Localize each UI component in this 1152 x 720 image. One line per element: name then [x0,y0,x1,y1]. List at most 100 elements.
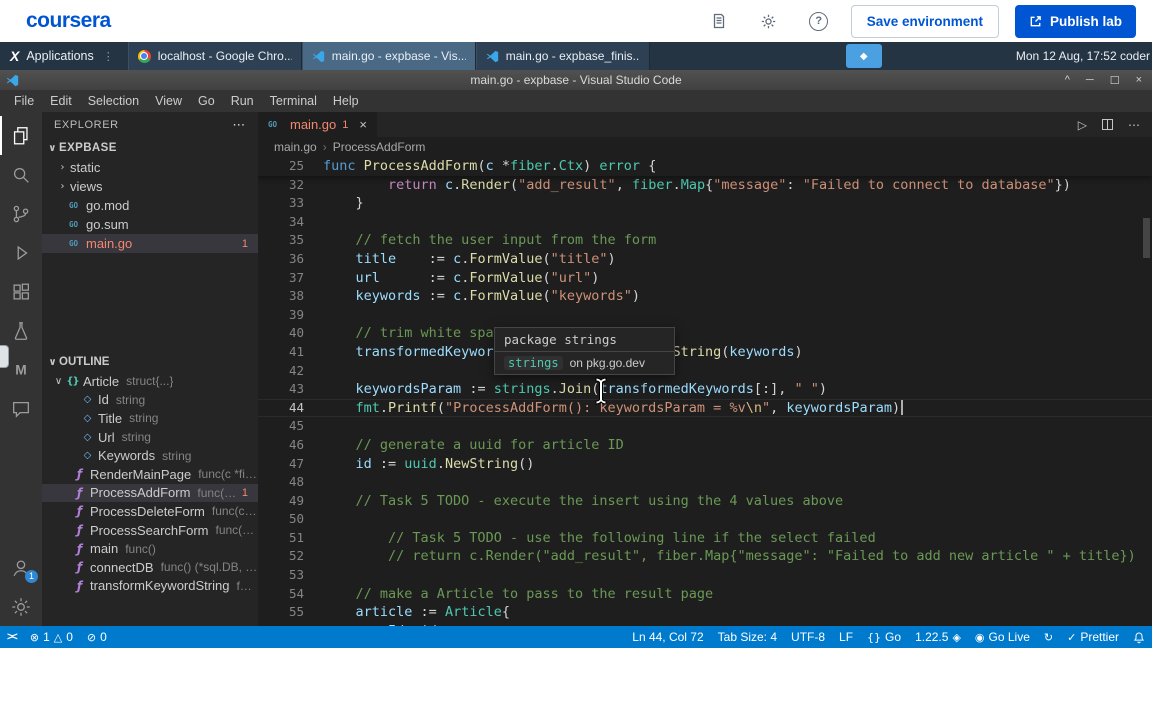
cursor-position[interactable]: Ln 44, Col 72 [625,626,710,648]
line-number[interactable]: 52 [258,547,323,566]
extensions-icon[interactable] [0,272,42,311]
remote-indicator[interactable]: >< [0,626,23,648]
split-editor-icon[interactable] [1102,119,1113,130]
taskbar-window[interactable]: main.go - expbase_finis... [475,42,650,70]
lab-notes-icon[interactable] [709,11,729,31]
line-number[interactable]: 32 [258,176,323,195]
code-line-25[interactable]: 25 func ProcessAddForm(c *fiber.Ctx) erro… [258,157,1152,176]
code-line-44[interactable]: 44 fmt.Printf("ProcessAddForm(): keyword… [258,399,1152,418]
breadcrumb-symbol[interactable]: ProcessAddForm [333,140,426,154]
code-line-34[interactable]: 34 [258,213,1152,232]
menu-go[interactable]: Go [190,94,223,108]
explorer-icon[interactable] [0,116,42,155]
language-mode[interactable]: {} Go [860,626,908,648]
line-number[interactable]: 50 [258,510,323,529]
sync-icon[interactable]: ↻ [1037,626,1060,648]
code-line-51[interactable]: 51 // Task 5 TODO - use the following li… [258,529,1152,548]
panel-pull-tab[interactable] [0,345,9,368]
outline-item-connectDB[interactable]: ƒ connectDB func() (*sql.DB, error) [42,558,258,577]
line-number[interactable]: 43 [258,380,323,399]
hover-doc-link[interactable]: on pkg.go.dev [570,356,645,370]
outline-item-Id[interactable]: ◇ Id string [42,391,258,410]
code-line-50[interactable]: 50 [258,510,1152,529]
line-number[interactable]: 51 [258,529,323,548]
line-number[interactable]: 47 [258,455,323,474]
menu-edit[interactable]: Edit [42,94,80,108]
outline-item-ProcessDeleteForm[interactable]: ƒ ProcessDeleteForm func(c *fib... [42,502,258,521]
menu-selection[interactable]: Selection [80,94,147,108]
code-line-39[interactable]: 39 [258,306,1152,325]
code-line-36[interactable]: 36 title := c.FormValue("title") [258,250,1152,269]
code-line-43[interactable]: 43 keywordsParam := strings.Join(transfo… [258,380,1152,399]
breadcrumb-file[interactable]: main.go [274,140,317,154]
line-number[interactable]: 25 [258,157,323,176]
run-debug-icon[interactable] [0,233,42,272]
taskbar-window[interactable]: main.go - expbase - Vis... [301,42,476,70]
line-number[interactable]: 40 [258,324,323,343]
code-line-56[interactable]: 56 Id: id, [258,622,1152,626]
menu-help[interactable]: Help [325,94,367,108]
code-line-46[interactable]: 46 // generate a uuid for article ID [258,436,1152,455]
source-control-icon[interactable] [0,194,42,233]
indentation[interactable]: Tab Size: 4 [711,626,784,648]
problems-indicator[interactable]: ⊗ 1 △ 0 [23,626,80,648]
explorer-item-views[interactable]: › views [42,177,258,196]
code-line-41[interactable]: 41 transformedKeywords := transformKeywo… [258,343,1152,362]
more-actions-icon[interactable]: ⋯ [1128,118,1140,132]
help-icon[interactable]: ? [809,11,829,31]
code-line-55[interactable]: 55 article := Article{ [258,603,1152,622]
line-number[interactable]: 46 [258,436,323,455]
code-line-49[interactable]: 49 // Task 5 TODO - execute the insert u… [258,492,1152,511]
line-number[interactable]: 36 [258,250,323,269]
line-number[interactable]: 49 [258,492,323,511]
prettier-indicator[interactable]: ✓ Prettier [1060,626,1126,648]
line-number[interactable]: 48 [258,473,323,492]
menu-terminal[interactable]: Terminal [262,94,325,108]
line-number[interactable]: 42 [258,362,323,381]
go-version[interactable]: 1.22.5 ◈ [908,626,968,648]
line-number[interactable]: 37 [258,269,323,288]
code-line-45[interactable]: 45 [258,417,1152,436]
line-number[interactable]: 53 [258,566,323,585]
line-number[interactable]: 54 [258,585,323,604]
go-live-button[interactable]: ◉ Go Live [968,626,1037,648]
line-number[interactable]: 45 [258,417,323,436]
line-number[interactable]: 55 [258,603,323,622]
account-icon[interactable]: 1 [0,548,42,587]
applications-menu[interactable]: X Applications ⋮ [0,42,124,70]
code-line-53[interactable]: 53 [258,566,1152,585]
outline-item-RenderMainPage[interactable]: ƒ RenderMainPage func(c *fiber.... [42,465,258,484]
taskbar-window[interactable]: localhost - Google Chro... [127,42,302,70]
code-line-52[interactable]: 52 // return c.Render("add_result", fibe… [258,547,1152,566]
explorer-actions-icon[interactable]: ⋯ [232,117,246,133]
code-line-42[interactable]: 42 [258,362,1152,381]
outline-item-ProcessSearchForm[interactable]: ƒ ProcessSearchForm func(c *fi... [42,521,258,540]
line-number[interactable]: 41 [258,343,323,362]
shade-button[interactable]: ^ [1065,74,1070,87]
maximize-button[interactable]: ☐ [1110,74,1120,87]
explorer-item-go-mod[interactable]: GO go.mod [42,196,258,215]
outline-item-main[interactable]: ƒ main func() [42,539,258,558]
line-number[interactable]: 38 [258,287,323,306]
encoding[interactable]: UTF-8 [784,626,832,648]
line-number[interactable]: 33 [258,194,323,213]
explorer-item-static[interactable]: › static [42,158,258,177]
save-environment-button[interactable]: Save environment [850,4,999,38]
menu-view[interactable]: View [147,94,190,108]
notifications-bell-icon[interactable] [1126,626,1152,648]
minimize-button[interactable]: ─ [1086,74,1094,87]
test-beaker-icon[interactable] [0,311,42,350]
outline-item-Title[interactable]: ◇ Title string [42,409,258,428]
workspace-root[interactable]: ∨ EXPBASE [42,138,258,158]
line-number[interactable]: 34 [258,213,323,232]
tab-close-icon[interactable]: × [359,117,367,132]
tab-main-go[interactable]: GO main.go 1 × [258,112,377,137]
menu-run[interactable]: Run [223,94,262,108]
outline-item-ProcessAddForm[interactable]: ƒ ProcessAddForm func(c *fi...1 [42,483,258,503]
code-editor[interactable]: 25 func ProcessAddForm(c *fiber.Ctx) erro… [258,157,1152,626]
outline-item-Keywords[interactable]: ◇ Keywords string [42,446,258,465]
line-number[interactable]: 39 [258,306,323,325]
settings-gear-icon[interactable] [759,11,779,31]
line-number[interactable]: 35 [258,231,323,250]
code-line-35[interactable]: 35 // fetch the user input from the form [258,231,1152,250]
